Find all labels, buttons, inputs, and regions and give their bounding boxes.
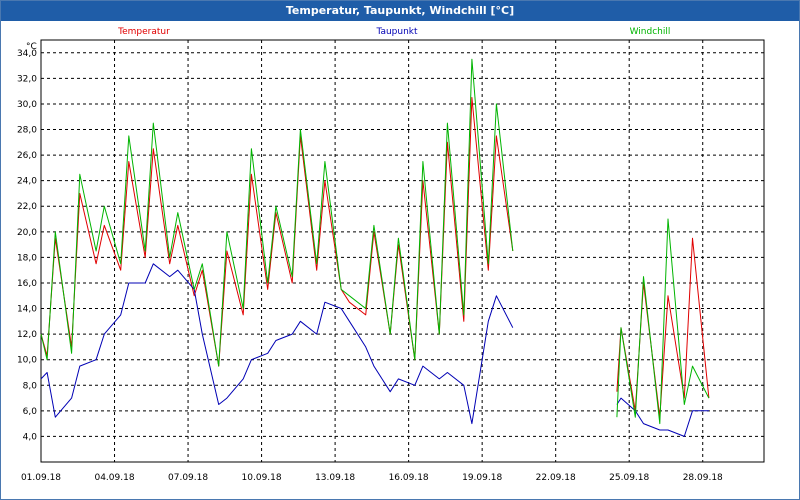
x-tick-label: 07.09.18 — [168, 473, 208, 483]
x-tick-label: 13.09.18 — [315, 473, 355, 483]
y-axis-label: °C — [26, 42, 37, 52]
legend-item-windchill: Windchill — [630, 27, 671, 37]
y-tick-label: 14,0 — [17, 305, 37, 315]
x-tick-label: 22.09.18 — [536, 473, 576, 483]
y-tick-label: 4,0 — [23, 432, 38, 442]
y-tick-label: 24,0 — [17, 177, 37, 187]
x-tick-label: 28.09.18 — [683, 473, 723, 483]
y-tick-label: 16,0 — [17, 279, 37, 289]
y-tick-label: 28,0 — [17, 126, 37, 136]
y-tick-label: 18,0 — [17, 253, 37, 263]
plot-area — [40, 39, 765, 463]
y-tick-label: 30,0 — [17, 100, 37, 110]
x-tick-label: 01.09.18 — [21, 473, 61, 483]
y-tick-label: 8,0 — [23, 381, 38, 391]
y-tick-label: 12,0 — [17, 330, 37, 340]
x-tick-label: 10.09.18 — [242, 473, 282, 483]
x-tick-label: 04.09.18 — [94, 473, 134, 483]
y-tick-label: 20,0 — [17, 228, 37, 238]
x-tick-label: 16.09.18 — [389, 473, 429, 483]
y-tick-label: 32,0 — [17, 74, 37, 84]
x-tick-label: 19.09.18 — [462, 473, 502, 483]
x-tick-label: 25.09.18 — [609, 473, 649, 483]
legend: Temperatur Taupunkt Windchill — [117, 27, 670, 37]
y-tick-label: 26,0 — [17, 151, 37, 161]
chart-svg: 4,0 6,0 8,0 10,0 12,0 14,0 16,0 18,0 20,0 22,0 24,… — [17, 27, 765, 483]
y-tick-label: 6,0 — [23, 407, 38, 417]
legend-item-temperatur: Temperatur — [117, 27, 170, 37]
y-tick-label: 22,0 — [17, 202, 37, 212]
y-tick-label: 10,0 — [17, 356, 37, 366]
legend-item-taupunkt: Taupunkt — [375, 27, 418, 37]
